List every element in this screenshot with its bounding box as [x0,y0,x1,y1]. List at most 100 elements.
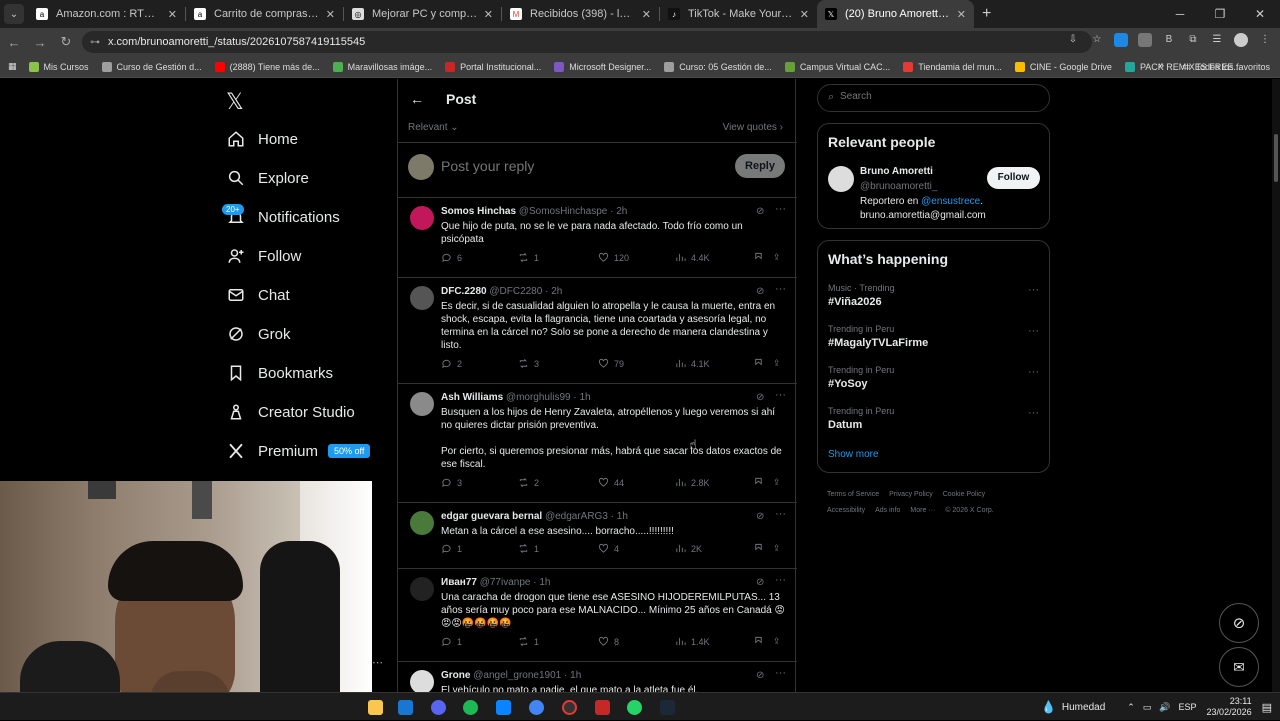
bookmark-icon[interactable] [753,477,769,488]
scrollbar-thumb[interactable] [1274,134,1278,182]
close-icon[interactable]: ✕ [800,8,809,21]
grok-icon[interactable]: ⊘ [756,286,764,297]
repost-action[interactable]: 1 [518,252,539,263]
discord-icon[interactable] [431,700,446,715]
bookmark-icon[interactable] [753,636,769,647]
avatar[interactable] [410,392,434,416]
close-icon[interactable]: ✕ [168,8,177,21]
repost-action[interactable]: 2 [518,477,539,488]
avatar[interactable] [410,577,434,601]
bookmark-item[interactable]: Microsoft Designer... [554,61,651,72]
views-action[interactable]: 1.4K [675,636,710,647]
premium-discount-badge[interactable]: 50% off [328,444,371,458]
mail-app-icon[interactable] [398,700,413,715]
footer-link[interactable]: More ··· [910,507,935,514]
author-name[interactable]: edgar guevara bernal [441,511,542,522]
apps-icon[interactable]: ▦ [8,61,17,72]
reply-tweet[interactable]: Ash Williams @morghulis99 · 1h ⊘ ··· Busque… [398,384,797,503]
puzzle-icon[interactable]: ⧉ [1186,33,1200,47]
like-action[interactable]: 120 [598,252,629,263]
volume-icon[interactable]: 🔊 [1159,702,1170,713]
close-icon[interactable]: ✕ [326,8,335,21]
close-window-icon[interactable]: ✕ [1240,0,1280,28]
bookmark-item[interactable]: Tiendamia del mun... [903,61,1002,72]
bookmark-item[interactable]: (2888) Tiene más de... [214,61,320,72]
sidebar-item-home[interactable]: Home [226,129,298,149]
author-name[interactable]: DFC.2280 [441,286,487,297]
reload-icon[interactable]: ↻ [54,34,78,50]
trend-item[interactable]: Trending in Peru #MagalyTVLaFirme [828,324,928,349]
tab-3[interactable]: M Recibidos (398) - lgarciad30@g ✕ [502,0,659,28]
footer-link[interactable]: Cookie Policy [943,491,985,498]
reply-tweet[interactable]: Grone @angel_grone1901 · 1h ⊘ ··· El vehícu… [398,662,797,692]
tab-1[interactable]: a Carrito de compras de amazon ✕ [186,0,343,28]
bookmark-icon[interactable] [753,252,769,263]
extension-icon[interactable] [1114,33,1128,47]
views-action[interactable]: 2K [675,543,702,554]
avatar[interactable] [410,670,434,692]
trend-item[interactable]: Trending in Peru Datum [828,406,894,431]
bookmark-item[interactable]: Portal Institucional... [445,61,541,72]
bookmark-item[interactable]: Mis Cursos [28,61,89,72]
grok-icon[interactable]: ⊘ [756,670,764,681]
install-icon[interactable]: ⇩ [1066,33,1080,47]
chrome-icon[interactable] [529,700,544,715]
avatar[interactable] [410,286,434,310]
footer-link[interactable]: Ads info [875,507,900,514]
avatar[interactable] [1234,33,1248,47]
reply-action[interactable]: 6 [441,252,462,263]
share-icon[interactable]: ⇪ [773,358,781,369]
messages-fab[interactable]: ✉ [1219,647,1259,687]
more-icon[interactable]: ··· [1028,366,1039,378]
sidebar-item-premium[interactable]: Premium 50% off [226,441,371,461]
sidebar-item-grok[interactable]: Grok [226,324,291,344]
reply-action[interactable]: 1 [441,636,462,647]
like-action[interactable]: 4 [598,543,619,554]
bookmark-icon[interactable] [753,543,769,554]
more-icon[interactable]: ··· [775,508,786,520]
bookmark-item[interactable]: Campus Virtual CAC... [784,61,890,72]
footer-link[interactable]: Terms of Service [827,491,879,498]
author-handle[interactable]: @77ivanpe [480,577,531,588]
grok-icon[interactable]: ⊘ [756,392,764,403]
bio-link[interactable]: @ensustrece [921,196,980,207]
steam-icon[interactable] [660,700,675,715]
tweet-time[interactable]: 1h [539,577,550,588]
author-name[interactable]: Ash Williams [441,392,503,403]
avatar[interactable] [410,511,434,535]
reply-input[interactable] [441,155,701,177]
bookmark-item[interactable]: Maravillosas imáge... [332,61,432,72]
author-name[interactable]: Иван77 [441,577,477,588]
more-icon[interactable]: ⋯ [372,656,383,669]
tweet-time[interactable]: 1h [570,670,581,681]
avatar[interactable] [828,166,854,192]
sidebar-item-bookmarks[interactable]: Bookmarks [226,363,333,383]
footer-link[interactable]: Privacy Policy [889,491,933,498]
reply-tweet[interactable]: Somos Hinchas @SomosHinchaspe · 2h ⊘ ··· Qu… [398,198,797,278]
clock[interactable]: 23:11 23/02/2026 [1207,696,1252,718]
notification-center-icon[interactable]: ▤ [1262,701,1272,714]
repost-action[interactable]: 3 [518,358,539,369]
extension-icon[interactable]: B [1162,33,1176,47]
more-icon[interactable]: ··· [775,389,786,401]
reply-action[interactable]: 3 [441,477,462,488]
restore-icon[interactable]: ❐ [1200,0,1240,28]
more-icon[interactable]: ··· [1028,407,1039,419]
extension-icon[interactable] [1138,33,1152,47]
tray-arrow-icon[interactable]: ⌃ [1127,702,1135,713]
bookmarks-more[interactable]: » [1158,60,1164,72]
minimize-icon[interactable]: ─ [1160,0,1200,28]
file-explorer-icon[interactable] [368,700,383,715]
avatar[interactable] [410,206,434,230]
site-info-icon[interactable]: ⊶ [90,37,100,48]
more-icon[interactable]: ··· [775,574,786,586]
close-icon[interactable]: ✕ [484,8,493,21]
tab-search-button[interactable]: ⌄ [4,4,24,24]
back-arrow-icon[interactable]: ← [410,91,424,107]
close-icon[interactable]: ✕ [957,8,966,21]
sidebar-item-follow[interactable]: Follow [226,246,301,266]
search-input[interactable] [840,91,1030,102]
new-tab-button[interactable]: + [982,5,991,23]
sidebar-item-chat[interactable]: Chat [226,285,290,305]
reply-tweet[interactable]: DFC.2280 @DFC2280 · 2h ⊘ ··· Es decir, si d… [398,278,797,384]
